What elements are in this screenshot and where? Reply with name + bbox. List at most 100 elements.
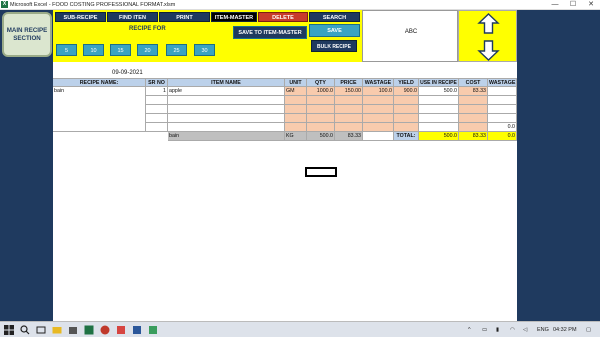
- row4-price[interactable]: [335, 114, 363, 123]
- row2-yield[interactable]: [394, 96, 419, 105]
- row3-use-in-recipe[interactable]: [419, 105, 459, 114]
- right-margin-panel: [517, 10, 600, 321]
- recipe-for-20-button[interactable]: 20: [137, 44, 158, 56]
- store-icon[interactable]: [68, 325, 78, 335]
- close-button[interactable]: ✕: [582, 0, 600, 10]
- row5-wastage[interactable]: [363, 123, 394, 132]
- recipe-for-15-button[interactable]: 15: [110, 44, 131, 56]
- find-item-button[interactable]: FIND ITEN: [107, 12, 158, 22]
- info-box-text: ABC: [404, 29, 418, 35]
- arrow-up-icon[interactable]: [477, 13, 500, 34]
- wifi-icon[interactable]: ◠: [510, 322, 515, 337]
- row5-item-name[interactable]: [168, 123, 285, 132]
- row3-qty[interactable]: [307, 105, 335, 114]
- recipe-name-cell[interactable]: bain: [53, 87, 146, 132]
- total-cost: 83.33: [459, 132, 488, 141]
- row2-unit[interactable]: [285, 96, 307, 105]
- row1-yield[interactable]: 900.0: [394, 87, 419, 96]
- minimize-button[interactable]: —: [546, 0, 564, 10]
- main-recipe-section-button[interactable]: MAIN RECIPE SECTION: [2, 12, 52, 57]
- row4-sr-no[interactable]: [146, 114, 168, 123]
- row5-cost[interactable]: [459, 123, 488, 132]
- item-master-button[interactable]: ITEM-MASTER: [211, 12, 257, 22]
- file-explorer-icon[interactable]: [52, 325, 62, 335]
- tray-chevron-icon[interactable]: ^: [468, 322, 471, 337]
- total-qty: 500.0: [307, 132, 335, 141]
- row1-price[interactable]: 150.00: [335, 87, 363, 96]
- row1-cost[interactable]: 83.33: [459, 87, 488, 96]
- row5-yield[interactable]: [394, 123, 419, 132]
- row1-wastage[interactable]: 100.0: [363, 87, 394, 96]
- row5-price[interactable]: [335, 123, 363, 132]
- row1-use-in-recipe[interactable]: 500.0: [419, 87, 459, 96]
- browser-icon[interactable]: [100, 325, 110, 335]
- recipe-for-30-button[interactable]: 30: [194, 44, 215, 56]
- sub-recipe-button[interactable]: SUB-RECIPE: [55, 12, 106, 22]
- row1-sr-no[interactable]: 1: [146, 87, 168, 96]
- row4-unit[interactable]: [285, 114, 307, 123]
- row4-qty[interactable]: [307, 114, 335, 123]
- row3-wastage[interactable]: [363, 105, 394, 114]
- row3-unit[interactable]: [285, 105, 307, 114]
- app-icon-green[interactable]: [148, 325, 158, 335]
- battery-icon[interactable]: ▮: [496, 322, 499, 337]
- row4-wastage-total[interactable]: [488, 114, 517, 123]
- row2-wastage[interactable]: [363, 96, 394, 105]
- excel-taskbar-icon[interactable]: [84, 325, 94, 335]
- delete-button[interactable]: DELETE: [258, 12, 308, 22]
- row3-cost[interactable]: [459, 105, 488, 114]
- header-wastage: WASTAGE: [363, 78, 394, 87]
- maximize-button[interactable]: ☐: [564, 0, 582, 10]
- app-icon-red[interactable]: [116, 325, 126, 335]
- scroll-arrow-panel: [458, 10, 517, 62]
- row1-qty[interactable]: 1000.0: [307, 87, 335, 96]
- arrow-down-icon[interactable]: [477, 40, 500, 61]
- recipe-for-10-button[interactable]: 10: [83, 44, 104, 56]
- row3-sr-no[interactable]: [146, 105, 168, 114]
- row5-unit[interactable]: [285, 123, 307, 132]
- search-icon[interactable]: [20, 325, 30, 335]
- save-to-item-master-button[interactable]: SAVE TO ITEM-MASTER: [233, 26, 307, 39]
- row4-use-in-recipe[interactable]: [419, 114, 459, 123]
- row2-qty[interactable]: [307, 96, 335, 105]
- task-view-icon[interactable]: [36, 325, 46, 335]
- row2-cost[interactable]: [459, 96, 488, 105]
- header-item-name: ITEM NAME: [168, 78, 285, 87]
- language-indicator[interactable]: ENG: [537, 322, 549, 337]
- row1-unit[interactable]: GM: [285, 87, 307, 96]
- active-cell-selection[interactable]: [305, 167, 337, 177]
- row3-yield[interactable]: [394, 105, 419, 114]
- row5-wastage-total[interactable]: 0.0: [488, 123, 517, 132]
- row4-cost[interactable]: [459, 114, 488, 123]
- row5-qty[interactable]: [307, 123, 335, 132]
- row1-item-name[interactable]: apple: [168, 87, 285, 96]
- row3-wastage-total[interactable]: [488, 105, 517, 114]
- recipe-for-25-button[interactable]: 25: [166, 44, 187, 56]
- clock[interactable]: 04:32 PM: [553, 322, 577, 337]
- row2-item-name[interactable]: [168, 96, 285, 105]
- search-button[interactable]: SEARCH: [309, 12, 360, 22]
- row5-sr-no[interactable]: [146, 123, 168, 132]
- row2-price[interactable]: [335, 96, 363, 105]
- row2-use-in-recipe[interactable]: [419, 96, 459, 105]
- notifications-icon[interactable]: ▢: [586, 322, 591, 337]
- row1-wastage-total[interactable]: [488, 87, 517, 96]
- print-button[interactable]: PRINT: [159, 12, 210, 22]
- windows-start-icon[interactable]: [4, 325, 14, 335]
- row3-item-name[interactable]: [168, 105, 285, 114]
- volume-icon[interactable]: ◁: [523, 322, 527, 337]
- recipe-for-5-button[interactable]: 5: [56, 44, 77, 56]
- row2-sr-no[interactable]: [146, 96, 168, 105]
- row4-item-name[interactable]: [168, 114, 285, 123]
- header-qty: QTY: [307, 78, 335, 87]
- total-wastage: 0.0: [488, 132, 517, 141]
- row5-use-in-recipe[interactable]: [419, 123, 459, 132]
- save-button[interactable]: SAVE: [309, 24, 360, 37]
- row3-price[interactable]: [335, 105, 363, 114]
- bulk-recipe-button[interactable]: BULK RECIPE: [311, 40, 357, 52]
- row2-wastage-total[interactable]: [488, 96, 517, 105]
- network-icon[interactable]: ▭: [482, 322, 487, 337]
- row4-yield[interactable]: [394, 114, 419, 123]
- app-icon-blue[interactable]: [132, 325, 142, 335]
- row4-wastage[interactable]: [363, 114, 394, 123]
